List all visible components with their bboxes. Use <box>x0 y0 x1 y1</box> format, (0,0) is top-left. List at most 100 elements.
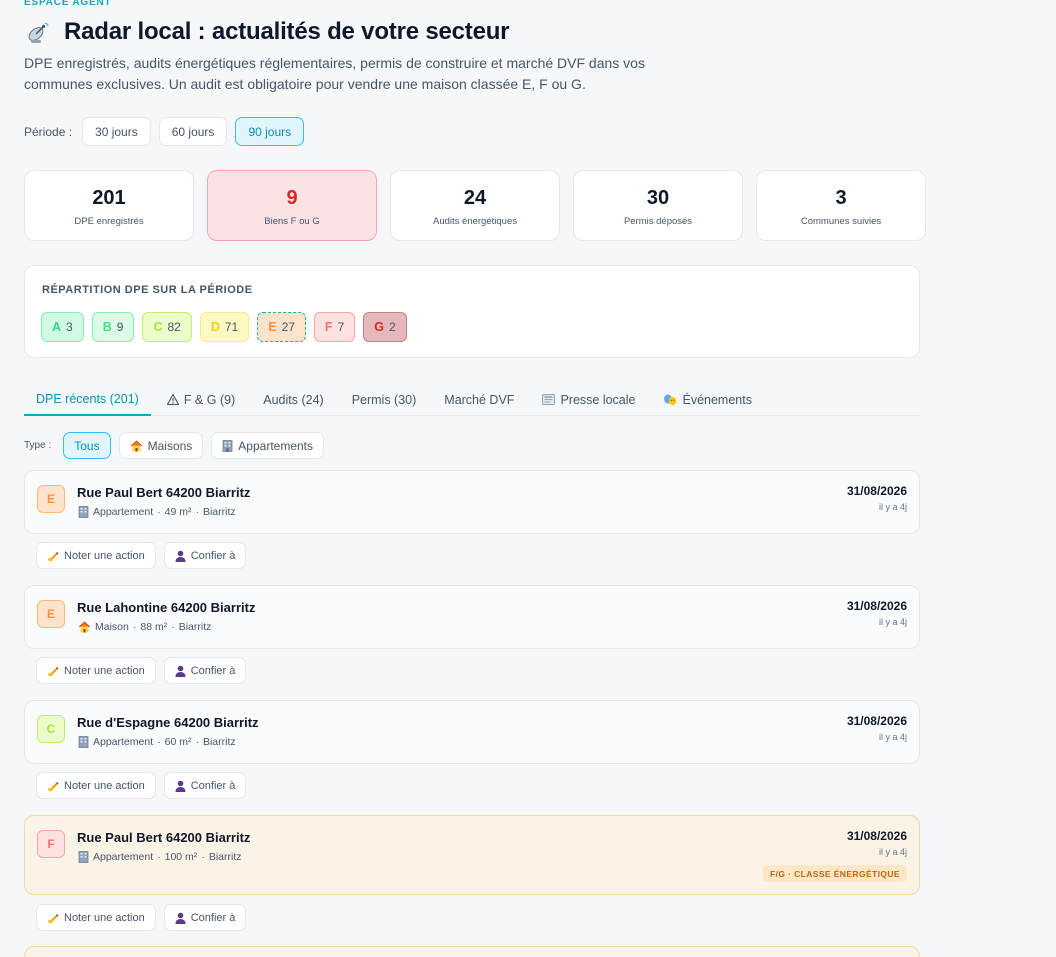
listing-card-warning-partial[interactable] <box>24 946 920 957</box>
listing-card[interactable]: C Rue d'Espagne 64200 Biarritz Apparteme… <box>24 700 920 764</box>
listing-city: Biarritz <box>178 621 212 633</box>
listing-ago: il y a 4j <box>878 847 907 857</box>
dpe-class-badge: C <box>37 715 65 743</box>
dpe-class-badge: F <box>37 830 65 858</box>
listing-type: Appartement <box>93 851 154 863</box>
listing-ago: il y a 4j <box>878 502 907 512</box>
assign-button[interactable]: Confier à <box>163 657 247 684</box>
period-selector: Période : 30 jours 60 jours 90 jours <box>24 117 305 146</box>
note-action-label: Noter une action <box>64 911 145 924</box>
meta-separator: · <box>195 736 199 748</box>
listing-type: Maison <box>95 621 129 633</box>
tab-marche-dvf[interactable]: Marché DVF <box>432 383 526 416</box>
note-action-label: Noter une action <box>64 549 145 562</box>
writing-hand-icon <box>47 665 59 677</box>
dpe-chip-d[interactable]: D 71 <box>199 312 250 342</box>
note-action-button[interactable]: Noter une action <box>36 542 156 569</box>
dpe-chip-e[interactable]: E 27 <box>257 312 306 342</box>
tab-label: DPE récents (201) <box>36 391 139 406</box>
note-action-label: Noter une action <box>64 664 145 677</box>
user-icon <box>175 550 186 562</box>
note-action-label: Noter une action <box>64 779 145 792</box>
dpe-chip-letter: G <box>374 320 384 334</box>
tab-label: Permis (30) <box>351 392 417 407</box>
listing-address: Rue Paul Bert 64200 Biarritz <box>77 830 251 845</box>
stat-card-communes: 3 Communes suivies <box>756 170 926 241</box>
dpe-class-badge: E <box>37 600 65 628</box>
type-all-button[interactable]: Tous <box>63 432 111 459</box>
tab-f-g[interactable]: F & G (9) <box>155 383 247 416</box>
dpe-chip-c[interactable]: C 82 <box>142 312 192 342</box>
meta-separator: · <box>157 851 161 863</box>
listing-meta: Maison · 88 m² · Biarritz <box>78 621 211 633</box>
dpe-chip-a[interactable]: A 3 <box>41 312 84 342</box>
dpe-chip-count: 82 <box>167 320 181 334</box>
dpe-chip-count: 3 <box>66 320 73 334</box>
period-90-button[interactable]: 90 jours <box>235 117 305 146</box>
tab-permis[interactable]: Permis (30) <box>340 383 429 416</box>
listing-date: 31/08/2026 <box>846 484 907 498</box>
stat-label: Communes suivies <box>800 216 882 227</box>
user-icon <box>175 912 186 924</box>
dpe-chip-letter: A <box>52 320 62 334</box>
tab-bar: DPE récents (201) F & G (9) Audits (24) … <box>24 383 920 416</box>
period-30-button[interactable]: 30 jours <box>82 117 151 146</box>
stat-label: Audits énergétiques <box>433 216 517 227</box>
listing-card-warning[interactable]: F Rue Paul Bert 64200 Biarritz Apparteme… <box>24 815 920 895</box>
stat-label: Permis déposés <box>623 216 693 227</box>
assign-label: Confier à <box>190 911 236 924</box>
note-action-button[interactable]: Noter une action <box>36 772 156 799</box>
stat-card-fg: 9 Biens F ou G <box>207 170 377 241</box>
type-apartments-label: Appartements <box>238 438 314 453</box>
page-subtitle: DPE enregistrés, audits énergétiques rég… <box>24 55 645 92</box>
type-filter: Type : Tous Maisons Appartements <box>24 432 325 459</box>
note-action-button[interactable]: Noter une action <box>36 657 156 684</box>
assign-label: Confier à <box>190 779 236 792</box>
type-houses-button[interactable]: Maisons <box>118 432 204 459</box>
section-eyebrow: ESPACE AGENT <box>24 0 112 8</box>
building-icon <box>78 851 89 863</box>
writing-hand-icon <box>47 550 59 562</box>
tab-evenements[interactable]: Événements <box>651 383 763 416</box>
dpe-chip-count: 9 <box>116 320 124 334</box>
assign-label: Confier à <box>190 664 236 677</box>
period-60-button[interactable]: 60 jours <box>158 117 228 146</box>
user-icon <box>175 780 186 792</box>
stat-card-audits: 24 Audits énergétiques <box>390 170 560 241</box>
listing-date: 31/08/2026 <box>846 599 907 613</box>
tab-dpe-recents[interactable]: DPE récents (201) <box>24 383 151 416</box>
dpe-chip-count: 2 <box>388 320 396 334</box>
writing-hand-icon <box>47 912 59 924</box>
listing-actions: Noter une action Confier à <box>36 772 247 799</box>
dpe-chip-b[interactable]: B 9 <box>91 312 135 342</box>
assign-button[interactable]: Confier à <box>163 542 247 569</box>
meta-separator: · <box>195 506 199 518</box>
stats-row: 201 DPE enregistrés 9 Biens F ou G 24 Au… <box>24 170 926 241</box>
page-title: Radar local : actualités de votre secteu… <box>64 18 510 45</box>
stat-value: 30 <box>646 187 670 209</box>
note-action-button[interactable]: Noter une action <box>36 904 156 931</box>
tab-presse-locale[interactable]: Presse locale <box>530 383 647 416</box>
building-icon <box>78 506 89 518</box>
assign-button[interactable]: Confier à <box>163 772 247 799</box>
listing-card[interactable]: E Rue Lahontine 64200 Biarritz Maison · 8… <box>24 585 920 649</box>
tab-audits[interactable]: Audits (24) <box>251 383 335 416</box>
type-apartments-button[interactable]: Appartements <box>211 432 325 459</box>
fg-class-tag: F/G · CLASSE ÉNERGÉTIQUE <box>762 865 907 882</box>
building-icon <box>222 439 233 452</box>
listing-meta: Appartement · 60 m² · Biarritz <box>78 736 236 748</box>
dpe-chip-f[interactable]: F 7 <box>313 312 356 342</box>
tab-label: Audits (24) <box>263 392 324 407</box>
listing-card[interactable]: E Rue Paul Bert 64200 Biarritz Apparteme… <box>24 470 920 534</box>
stat-card-permis: 30 Permis déposés <box>573 170 743 241</box>
tab-label: Marché DVF <box>444 392 515 407</box>
dpe-chip-g[interactable]: G 2 <box>363 312 407 342</box>
meta-separator: · <box>157 736 161 748</box>
assign-button[interactable]: Confier à <box>163 904 247 931</box>
listing-surface: 60 m² <box>164 736 192 748</box>
stat-card-dpe: 201 DPE enregistrés <box>24 170 194 241</box>
dpe-distribution-title: RÉPARTITION DPE SUR LA PÉRIODE <box>42 284 253 296</box>
theater-masks-icon <box>663 394 677 406</box>
dpe-chip-letter: F <box>324 320 333 334</box>
building-icon <box>78 736 89 748</box>
